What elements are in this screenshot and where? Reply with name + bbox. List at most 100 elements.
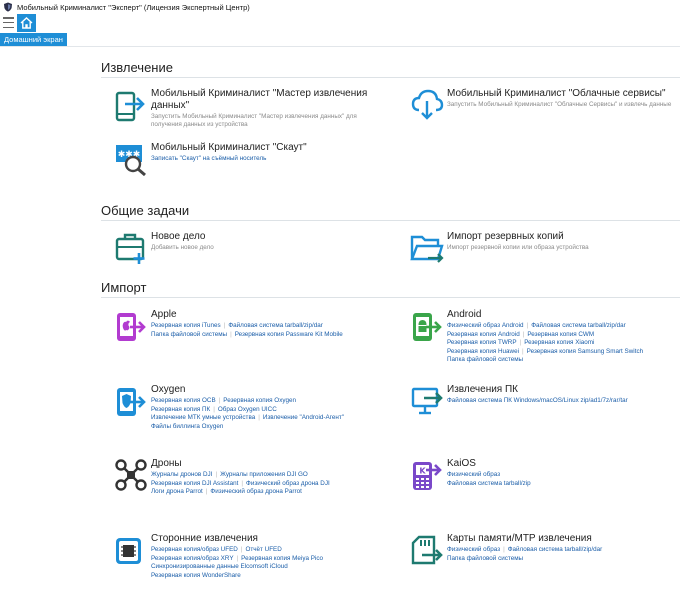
import-source-link[interactable]: Физический образ дрона DJI [246,480,330,487]
item-title[interactable]: Новое дело [151,231,205,243]
import-source-link[interactable]: Синхронизированные данные Elcomsoft iClo… [151,563,288,570]
item-extraction-wizard[interactable]: Мобильный Криминалист "Мастер извлечения… [114,88,384,134]
drone-icon [115,459,147,491]
import-source-link[interactable]: Извлечение МТК умные устройства [151,414,255,421]
third-party-chip-icon [116,538,141,564]
import-source-link[interactable]: Резервная копия/образ UFED [151,546,238,553]
import-source-link[interactable]: Физический образ [447,471,500,478]
item-import-backups[interactable]: Импорт резервных копий Импорт резервной … [410,231,680,267]
link-row: Файловая система ПК Windows/macOS/Linux … [447,397,628,406]
import-links: Файловая система ПК Windows/macOS/Linux … [447,397,628,406]
section-title-import: Импорт [101,280,147,295]
import-source-link[interactable]: Резервная копия/образ XRY [151,555,234,562]
item-scout[interactable]: ✱✱✱ Мобильный Криминалист "Скаут" Записа… [114,142,384,178]
item-title: Oxygen [151,384,186,395]
item-import-pc: Извлечения ПК Файловая система ПК Window… [410,384,680,415]
scout-search-icon: ✱✱✱ [116,145,146,176]
section-divider [101,220,680,221]
link-separator: | [213,405,215,413]
item-title: Android [447,309,482,320]
link-row: Резервная копия ПК | Образ Oxygen UICC [151,406,344,415]
link-separator: | [215,471,218,478]
import-source-link[interactable]: Резервная копия Huawei [447,348,519,355]
import-source-link[interactable]: Файловая система tarball/zip/dar [228,322,323,329]
item-title[interactable]: Мобильный Криминалист "Мастер извлечения… [151,88,381,111]
import-source-link[interactable]: Резервная копия Android [447,331,520,338]
link-separator: | [526,322,529,329]
oxygen-shield-icon [117,388,146,416]
home-button[interactable] [17,14,36,32]
import-source-link[interactable]: Резервная копия Meiya Pico [241,555,323,562]
phone-extract-icon [115,91,145,122]
import-source-link[interactable]: Файловая система ПК Windows/macOS/Linux … [447,397,628,404]
import-source-link[interactable]: Файловая система tarball/zip/dar [508,546,603,553]
import-source-link[interactable]: Резервная копия CWM [527,331,594,338]
link-row: Папка файловой системы [447,356,643,365]
import-source-link[interactable]: Отчёт UFED [245,546,281,553]
import-source-link[interactable]: Образ Oxygen UICC [218,406,277,413]
link-separator: | [522,347,524,355]
import-source-link[interactable]: Логи дрона Parrot [151,488,203,495]
item-description[interactable]: Записать "Скаут" на съёмный носитель [151,155,381,163]
item-title[interactable]: Мобильный Криминалист "Облачные сервисы" [447,88,680,100]
link-separator: | [503,546,505,553]
item-title: Извлечения ПК [447,384,519,395]
import-source-link[interactable]: Резервная копия Xiaomi [524,339,594,346]
link-row: Резервная копия Android | Резервная копия … [447,331,643,340]
item-description: Добавить новое дело [151,244,214,251]
link-separator: | [258,414,260,422]
item-title[interactable]: Мобильный Криминалист "Скаут" [151,142,307,154]
item-import-oxygen: Oxygen Резервная копия OCB | Резервная коп… [114,384,394,440]
link-row: Физический образ Android | Файловая систем… [447,322,643,331]
import-source-link[interactable]: Физический образ Android [447,322,524,329]
header-divider [0,46,680,47]
import-links: Физический образ Файловая система tarball… [447,471,531,488]
apple-icon [117,313,146,341]
import-source-link[interactable]: Резервная копия ПК [151,406,210,413]
import-source-link[interactable]: Резервная копия DJI Assistant [151,480,238,487]
link-row: Файлы биллинга Oxygen [151,423,344,432]
import-source-link[interactable]: Резервная копия TWRP [447,339,517,346]
link-separator: | [205,488,208,496]
import-source-link[interactable]: Папка файловой системы [151,331,227,338]
import-source-link[interactable]: Физический образ дрона Parrot [210,488,301,495]
import-source-link[interactable]: Резервная копия OCB [151,397,216,404]
link-row: Журналы дронов DJI | Журналы приложения DJ… [151,471,330,480]
new-case-icon [115,233,145,264]
pc-extraction-icon [411,387,443,415]
link-separator: | [519,339,522,347]
link-separator: | [223,322,226,329]
import-source-link[interactable]: Файловая система tarball/zip [447,480,531,487]
tab-home-screen[interactable]: Домашний экран [0,33,67,46]
link-row: Резервная копия DJI Assistant | Физический… [151,480,330,489]
import-source-link[interactable]: Файловая система tarball/zip/dar [531,322,626,329]
item-new-case[interactable]: Новое дело Добавить новое дело [114,231,384,267]
item-title: Сторонние извлечения [151,533,258,544]
import-source-link[interactable]: Резервная копия WonderShare [151,572,241,579]
import-source-link[interactable]: Резервная копия Passware Kit Mobile [235,331,343,338]
import-source-link[interactable]: Резервная копия Samsung Smart Switch [527,348,643,355]
link-row: Папка файловой системы [447,555,602,564]
hamburger-icon[interactable] [3,17,14,28]
import-source-link[interactable]: Физический образ [447,546,500,553]
import-source-link[interactable]: Журналы приложения DJI GO [220,471,308,478]
import-source-link[interactable]: Папка файловой системы [447,356,523,363]
item-description: Запустить Мобильный Криминалист "Мастер … [151,113,357,128]
app-shield-icon [4,2,12,12]
import-source-link[interactable]: Извлечение "Android-Агент" [263,414,344,421]
import-source-link[interactable]: Журналы дронов DJI [151,471,212,478]
import-source-link[interactable]: Файлы биллинга Oxygen [151,423,223,430]
item-import-memory-cards: Карты памяти/MTP извлечения Физический о… [410,533,680,569]
item-title[interactable]: Импорт резервных копий [447,231,564,243]
link-row: Физический образ | Файловая система tarbal… [447,546,602,555]
kaios-icon: K [413,462,442,490]
item-import-drones: Дроны Журналы дронов DJI | Журналы приложе… [114,458,394,504]
import-source-link[interactable]: Папка файловой системы [447,555,523,562]
import-source-link[interactable]: Резервная копия iTunes [151,322,221,329]
item-cloud-services[interactable]: Мобильный Криминалист "Облачные сервисы"… [410,88,680,128]
import-links: Резервная копия OCB | Резервная копия Oxyg… [151,397,344,431]
link-separator: | [236,554,239,562]
import-source-link[interactable]: Резервная копия Oxygen [223,397,296,404]
link-row: Резервная копия iTunes | Файловая система … [151,322,343,331]
item-import-kaios: K KaiOS Физический образ Файловая система… [410,458,680,494]
